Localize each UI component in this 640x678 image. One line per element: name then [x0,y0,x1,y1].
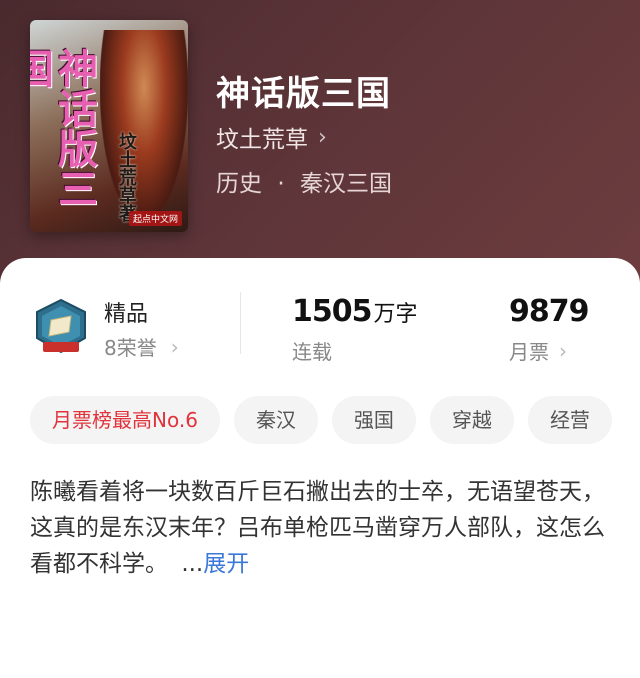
cover-artwork [100,30,188,220]
genre-info: 历史 · 秦汉三国 [216,164,392,198]
stats-row: 精品 8荣誉 › 1505 万字 连载 9879 月票 › [0,258,640,388]
book-info-card: 精品 8荣誉 › 1505 万字 连载 9879 月票 › 月票榜最高No.6 … [0,258,640,678]
monthly-votes-link[interactable]: 月票 › [509,336,567,365]
monthly-votes-label: 月票 [509,340,549,364]
honor-count: 8荣誉 [104,336,157,360]
tag-qinhan[interactable]: 秦汉 [233,396,318,444]
tag-qiangguo[interactable]: 强国 [331,396,416,444]
category[interactable]: 历史 [216,171,262,197]
word-count-unit: 万字 [373,302,418,327]
subcategory[interactable]: 秦汉三国 [300,171,392,197]
chevron-right-icon: › [170,334,179,359]
book-description: 陈曦看着将一块数百斤巨石撇出去的士卒，无语望苍天，这真的是东汉末年？吕布单枪匹马… [30,474,610,582]
honor-count-link[interactable]: 8荣誉 › [104,332,179,361]
word-count-number: 1505 [292,294,372,329]
cover-title: 神话版三国 [30,48,98,208]
monthly-votes-count: 9879 [509,294,589,329]
description-ellipsis: ... [181,551,204,577]
separator: · [277,171,285,197]
tag-list: 月票榜最高No.6 秦汉 强国 穿越 经营 [30,396,612,444]
tag-rank[interactable]: 月票榜最高No.6 [30,396,220,444]
chevron-right-icon: › [318,124,327,150]
expand-button[interactable]: 展开 [203,551,249,577]
serial-status: 连载 [292,340,332,364]
word-count: 1505 万字 [292,294,418,329]
book-header: 神话版三国 坟土荒草著 起点中文网 神话版三国 坟土荒草 › 历史 · 秦汉三国 [0,0,640,300]
author-link[interactable]: 坟土荒草 › [216,120,327,154]
author-name: 坟土荒草 [216,127,308,153]
chevron-right-icon: › [559,338,567,363]
book-title: 神话版三国 [216,74,391,114]
tag-chuanyue[interactable]: 穿越 [429,396,514,444]
tag-jingying[interactable]: 经营 [527,396,612,444]
cover-author: 坟土荒草著 [116,132,137,222]
honor-label: 精品 [104,302,149,327]
description-text: 陈曦看着将一块数百斤巨石撇出去的士卒，无语望苍天，这真的是东汉末年？吕布单枪匹马… [30,479,605,577]
honor-badge-icon[interactable] [33,298,89,356]
book-cover[interactable]: 神话版三国 坟土荒草著 起点中文网 [30,20,188,232]
cover-brand: 起点中文网 [128,211,182,226]
divider [240,292,241,354]
